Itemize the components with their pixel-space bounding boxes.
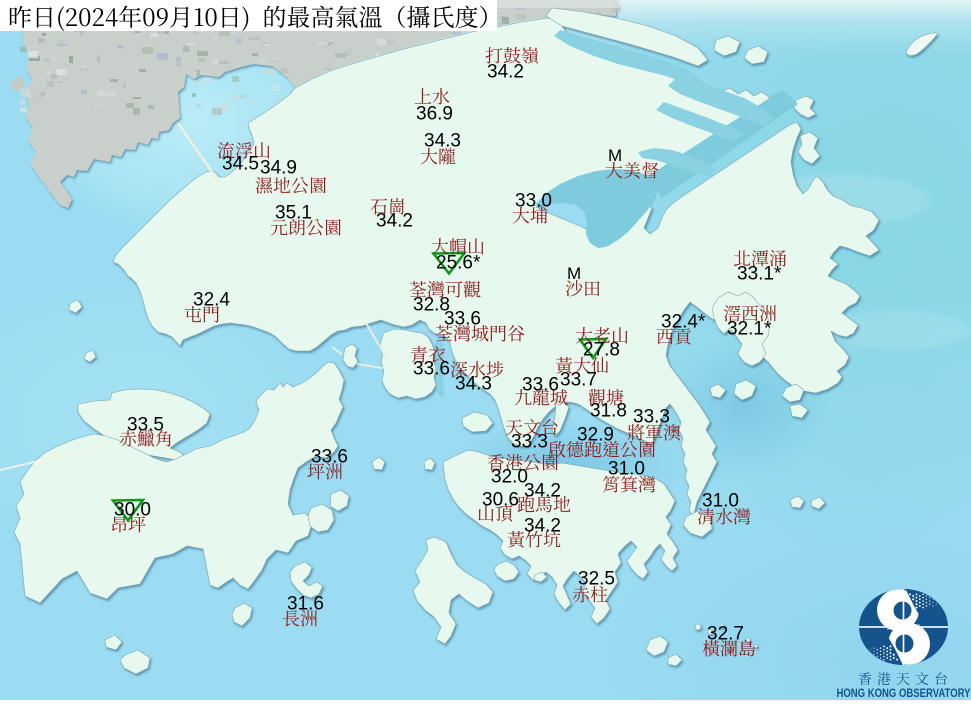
svg-text:34.3: 34.3 [424,131,461,152]
svg-text:31.0: 31.0 [702,491,739,512]
svg-text:30.0: 30.0 [114,500,151,521]
svg-text:33.6: 33.6 [444,309,481,330]
svg-text:34.2: 34.2 [524,481,561,502]
svg-text:27.8: 27.8 [583,340,620,361]
svg-text:M: M [567,264,581,283]
svg-text:33.7: 33.7 [560,370,597,391]
svg-text:34.2: 34.2 [487,62,524,83]
svg-text:33.0: 33.0 [515,191,552,212]
svg-text:32.4*: 32.4* [661,312,706,333]
svg-text:M: M [608,146,622,165]
svg-text:33.5: 33.5 [127,415,164,436]
svg-text:32.0: 32.0 [491,467,528,488]
svg-text:32.5: 32.5 [578,569,615,590]
svg-text:33.3: 33.3 [511,432,548,453]
svg-text:32.7: 32.7 [707,624,744,645]
svg-text:36.9: 36.9 [416,104,453,125]
svg-text:31.8: 31.8 [590,401,627,422]
svg-text:35.1: 35.1 [275,203,312,224]
svg-text:32.9: 32.9 [577,425,614,446]
svg-text:32.4: 32.4 [193,290,230,311]
svg-text:34.2: 34.2 [524,516,561,537]
svg-text:HONG KONG OBSERVATORY: HONG KONG OBSERVATORY [837,686,971,700]
svg-text:33.6: 33.6 [311,447,348,468]
svg-text:33.6: 33.6 [413,359,450,380]
svg-text:32.1*: 32.1* [727,319,772,340]
svg-text:34.3: 34.3 [455,374,492,395]
svg-text:33.3: 33.3 [633,407,670,428]
svg-text:31.6: 31.6 [287,594,324,615]
svg-text:31.0: 31.0 [608,459,645,480]
svg-text:33.1*: 33.1* [737,264,782,285]
svg-text:34.9: 34.9 [260,158,297,179]
svg-text:34.2: 34.2 [376,211,413,232]
svg-text:34.5: 34.5 [222,154,259,175]
svg-text:33.6: 33.6 [522,375,559,396]
svg-text:30.6: 30.6 [482,490,519,511]
svg-text:25.6*: 25.6* [436,253,481,274]
